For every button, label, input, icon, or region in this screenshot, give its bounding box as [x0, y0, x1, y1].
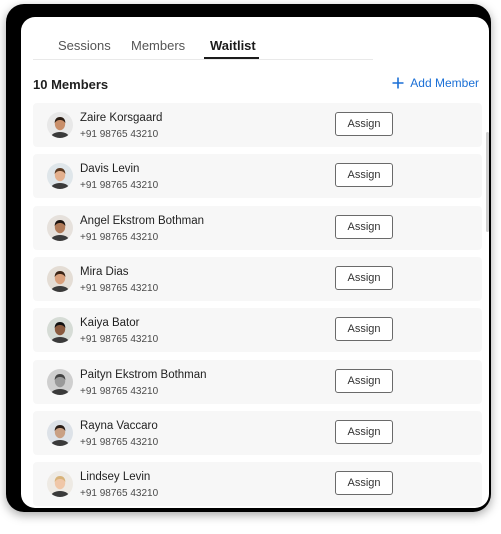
member-row: Rayna Vaccaro +91 98765 43210 Assign — [33, 410, 482, 455]
plus-icon — [392, 77, 404, 89]
assign-button[interactable]: Assign — [335, 471, 393, 496]
member-row: Angel Ekstrom Bothman +91 98765 43210 As… — [33, 205, 482, 250]
assign-button[interactable]: Assign — [335, 214, 393, 239]
assign-button[interactable]: Assign — [335, 317, 393, 342]
member-row: Kaiya Bator +91 98765 43210 Assign — [33, 308, 482, 353]
member-row: Davis Levin +91 98765 43210 Assign — [33, 154, 482, 199]
list-header: 10 Members Add Member — [33, 76, 479, 97]
avatar — [47, 265, 73, 292]
tab-members[interactable]: Members — [131, 38, 185, 53]
add-member-button[interactable]: Add Member — [392, 76, 479, 90]
active-tab-indicator — [204, 57, 259, 59]
tab-sessions[interactable]: Sessions — [58, 38, 111, 53]
members-count: 10 Members — [33, 77, 109, 92]
member-phone: +91 98765 43210 — [80, 436, 159, 448]
member-phone: +91 98765 43210 — [80, 385, 159, 397]
member-name: Zaire Korsgaard — [80, 112, 163, 124]
assign-button[interactable]: Assign — [335, 112, 393, 136]
tab-waitlist[interactable]: Waitlist — [210, 38, 256, 53]
member-row: Mira Dias +91 98765 43210 Assign — [33, 256, 482, 301]
assign-button[interactable]: Assign — [335, 368, 393, 393]
member-name: Mira Dias — [80, 265, 129, 278]
avatar — [47, 112, 73, 138]
member-phone: +91 98765 43210 — [80, 282, 159, 294]
waitlist-panel: Sessions Members Waitlist 10 Members Add… — [21, 17, 489, 508]
tab-bar: Sessions Members Waitlist — [33, 17, 373, 60]
device-frame: Sessions Members Waitlist 10 Members Add… — [6, 4, 491, 512]
member-name: Kaiya Bator — [80, 317, 140, 330]
scrollbar[interactable] — [486, 132, 489, 232]
member-phone: +91 98765 43210 — [80, 488, 159, 500]
member-name: Paityn Ekstrom Bothman — [80, 368, 207, 381]
assign-button[interactable]: Assign — [335, 419, 393, 444]
avatar — [47, 419, 73, 446]
avatar — [47, 214, 73, 241]
assign-button[interactable]: Assign — [335, 163, 393, 188]
member-name: Lindsey Levin — [80, 471, 151, 484]
member-phone: +91 98765 43210 — [80, 180, 159, 192]
member-row: Zaire Korsgaard +91 98765 43210 Assign — [33, 103, 482, 147]
member-name: Davis Levin — [80, 163, 140, 176]
assign-button[interactable]: Assign — [335, 265, 393, 290]
member-phone: +91 98765 43210 — [80, 129, 159, 140]
add-member-label: Add Member — [410, 76, 479, 90]
member-phone: +91 98765 43210 — [80, 231, 159, 243]
member-row: Paityn Ekstrom Bothman +91 98765 43210 A… — [33, 359, 482, 404]
member-phone: +91 98765 43210 — [80, 334, 159, 346]
avatar — [47, 471, 73, 498]
member-name: Rayna Vaccaro — [80, 419, 158, 432]
avatar — [47, 368, 73, 395]
avatar — [47, 317, 73, 344]
member-row: Lindsey Levin +91 98765 43210 Assign — [33, 462, 482, 507]
member-name: Angel Ekstrom Bothman — [80, 214, 205, 227]
avatar — [47, 163, 73, 190]
